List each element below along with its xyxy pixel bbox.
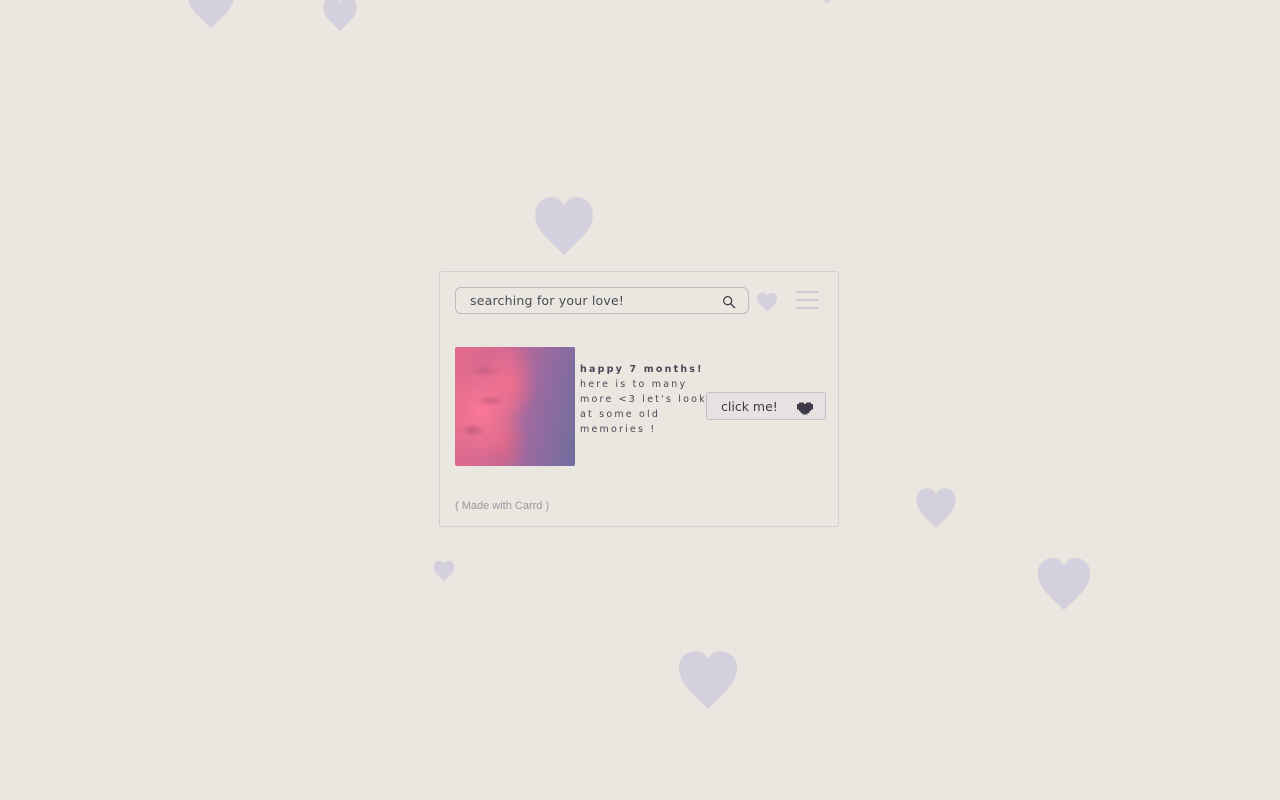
search-input-value[interactable]: searching for your love! (470, 293, 722, 308)
heart-icon (431, 560, 457, 582)
heart-icon (180, 0, 242, 30)
heart-icon (820, 0, 834, 4)
search-icon[interactable] (722, 294, 736, 308)
search-input[interactable]: searching for your love! (455, 287, 749, 314)
pixel-heart-icon (797, 400, 813, 415)
hamburger-menu-icon[interactable] (796, 291, 819, 311)
click-me-button[interactable]: click me! (706, 392, 826, 420)
message-title: happy 7 months! (580, 364, 704, 375)
message-text: happy 7 months! here is to many more <3 … (580, 362, 708, 437)
heart-icon (320, 0, 360, 32)
click-me-label: click me! (721, 398, 778, 414)
main-card: searching for your love! happy 7 months!… (439, 271, 839, 527)
heart-icon (530, 195, 598, 257)
heart-icon (912, 487, 960, 529)
message-body: here is to many more <3 let's look at so… (580, 379, 707, 435)
sunset-photo (455, 347, 575, 466)
heart-icon[interactable] (755, 292, 779, 312)
heart-icon (674, 649, 742, 711)
made-with-carrd-link[interactable]: ( Made with Carrd ) (455, 500, 549, 512)
heart-icon (1032, 556, 1096, 612)
